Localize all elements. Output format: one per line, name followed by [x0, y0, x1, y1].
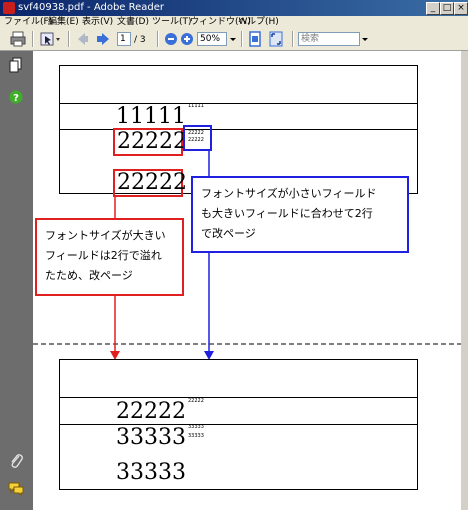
- red-callout-line2: フィールドは2行で溢れ: [45, 249, 162, 262]
- blue-callout: フォントサイズが小さいフィールド も大きいフィールドに合わせて2行 で改ページ: [191, 176, 409, 253]
- blue-callout-line2: も大きいフィールドに合わせて2行: [201, 207, 373, 220]
- page2-field-small-row1: 22222: [188, 398, 204, 404]
- page2-field-small-row2a: 33333: [188, 424, 204, 430]
- page2-field-small-row2b: 33333: [188, 433, 204, 439]
- blue-callout-line1: フォントサイズが小さいフィールド: [201, 187, 377, 200]
- red-callout: フォントサイズが大きい フィールドは2行で溢れ たため、改ページ: [35, 218, 184, 296]
- page2-field-large-row3: 33333: [116, 460, 186, 485]
- blue-callout-line3: で改ページ: [201, 227, 256, 240]
- red-callout-line1: フォントサイズが大きい: [45, 229, 166, 242]
- red-callout-line3: たため、改ページ: [45, 269, 133, 282]
- page2-field-large-row1: 22222: [116, 399, 186, 424]
- page2-field-large-row2: 33333: [116, 425, 186, 450]
